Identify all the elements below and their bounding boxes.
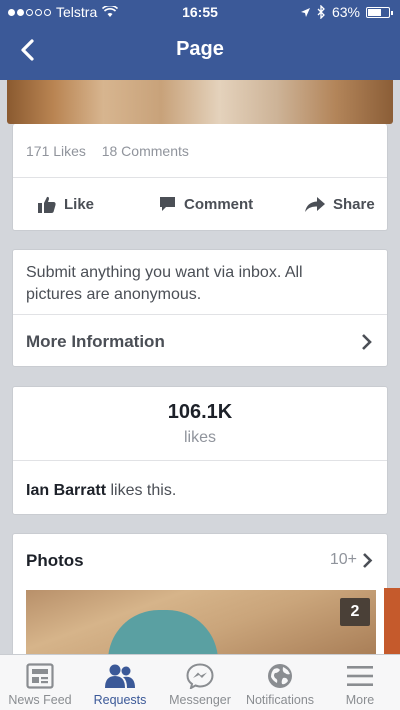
share-label: Share — [333, 195, 375, 213]
tab-label: Requests — [93, 693, 147, 707]
like-button[interactable]: Like — [38, 178, 94, 230]
menu-icon — [347, 666, 373, 686]
page-title: Page — [176, 38, 224, 60]
total-likes-count: 106.1K — [167, 401, 233, 423]
more-information-label: More Information — [26, 332, 165, 351]
photos-count-link[interactable]: 10+ — [330, 551, 373, 569]
comment-button[interactable]: Comment — [159, 178, 253, 230]
post-stats: 171 Likes 18 Comments — [26, 143, 189, 159]
tab-more[interactable]: More — [320, 655, 400, 710]
tab-label: More — [345, 693, 375, 707]
photos-card: Photos 10+ 2 — [12, 533, 388, 658]
about-card: Submit anything you want via inbox. All … — [12, 249, 388, 367]
bluetooth-icon — [317, 5, 325, 19]
status-bar: Telstra 16:55 63% — [0, 0, 400, 24]
comment-label: Comment — [184, 195, 254, 213]
page-description: Submit anything you want via inbox. All … — [26, 264, 303, 303]
share-button[interactable]: Share — [305, 178, 375, 230]
battery-icon — [366, 6, 393, 18]
chevron-right-icon — [362, 334, 372, 350]
photo-thumbnail-next[interactable] — [384, 588, 400, 654]
photos-count: 10+ — [329, 551, 357, 568]
likes-stats-card: 106.1K likes Ian Barratt likes this. — [12, 386, 388, 515]
bottom-tab-bar: News Feed Requests Messenger Notificatio… — [0, 654, 400, 710]
friend-likes-row[interactable]: Ian Barratt likes this. — [26, 482, 176, 500]
friend-requests-icon — [105, 664, 135, 688]
likes-count[interactable]: 171 Likes — [26, 143, 86, 159]
share-arrow-icon — [305, 196, 325, 212]
location-arrow-icon — [300, 7, 310, 17]
like-label: Like — [64, 195, 95, 213]
photo-content — [108, 610, 218, 658]
likes-unit-label: likes — [183, 429, 216, 446]
photo-thumbnail[interactable]: 2 — [26, 590, 376, 658]
photo-count-badge: 2 — [340, 598, 370, 626]
tab-label: Messenger — [169, 693, 231, 707]
comments-count[interactable]: 18 Comments — [102, 143, 189, 159]
globe-icon — [268, 664, 292, 688]
battery-percent: 63% — [331, 4, 360, 20]
chevron-right-icon — [363, 552, 373, 568]
cover-photo[interactable] — [7, 80, 393, 124]
friend-name[interactable]: Ian Barratt — [26, 482, 106, 499]
more-information-row[interactable]: More Information — [13, 315, 387, 368]
tab-requests[interactable]: Requests — [80, 655, 160, 710]
tab-label: Notifications — [245, 693, 315, 707]
tab-notifications[interactable]: Notifications — [240, 655, 320, 710]
tab-label: News Feed — [8, 693, 72, 707]
comment-icon — [160, 197, 175, 211]
photos-title[interactable]: Photos — [26, 551, 84, 571]
thumbs-up-icon — [38, 196, 56, 213]
friend-likes-suffix: likes this. — [106, 482, 177, 499]
tab-messenger[interactable]: Messenger — [160, 655, 240, 710]
post-card: 171 Likes 18 Comments Like Comment Share — [12, 124, 388, 231]
header-bar: Telstra 16:55 63% Page — [0, 0, 400, 80]
news-feed-icon — [26, 663, 54, 689]
tab-news-feed[interactable]: News Feed — [0, 655, 80, 710]
messenger-icon — [186, 663, 214, 689]
